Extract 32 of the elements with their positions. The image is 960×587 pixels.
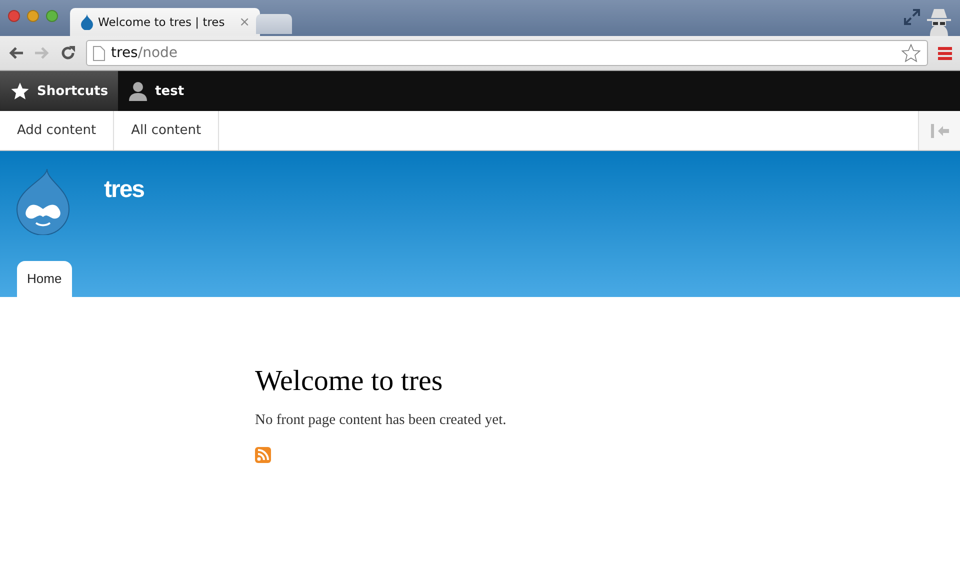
toolbar-tab[interactable]: Shortcuts <box>0 71 118 111</box>
back-icon[interactable] <box>8 45 24 61</box>
page-icon <box>93 46 105 60</box>
minimize-window-icon[interactable] <box>27 10 39 22</box>
shortcut-link[interactable]: All content <box>114 111 220 150</box>
menu-icon[interactable] <box>938 46 952 60</box>
reload-icon[interactable] <box>60 45 76 61</box>
bookmark-star-icon[interactable] <box>901 43 921 63</box>
browser-tab[interactable]: Welcome to tres | tres × <box>70 8 260 36</box>
empty-message: No front page content has been created yet. <box>255 412 508 429</box>
star-icon <box>10 81 30 101</box>
shortcut-link[interactable]: Add content <box>0 111 114 150</box>
fullscreen-icon[interactable] <box>904 9 920 25</box>
rss-feed-icon[interactable] <box>255 447 271 463</box>
new-tab-button[interactable] <box>256 14 292 34</box>
drop-icon <box>80 14 94 30</box>
forward-icon[interactable] <box>34 45 50 61</box>
incognito-icon <box>924 6 954 36</box>
url-path: /node <box>138 45 178 61</box>
site-name[interactable]: tres <box>104 176 144 204</box>
collapse-arrow-icon <box>930 124 950 138</box>
address-bar[interactable]: tres/node <box>86 40 928 66</box>
tab-title: Welcome to tres | tres <box>98 15 226 29</box>
close-window-icon[interactable] <box>8 10 20 22</box>
url-host: tres <box>111 45 138 61</box>
user-icon <box>128 81 148 101</box>
logo-icon[interactable] <box>14 169 72 235</box>
page-title: Welcome to tres <box>255 365 444 398</box>
collapse-button[interactable] <box>918 111 960 150</box>
toolbar-tab[interactable]: test <box>118 71 194 111</box>
zoom-window-icon[interactable] <box>46 10 58 22</box>
nav-tab[interactable]: Home <box>17 261 72 297</box>
